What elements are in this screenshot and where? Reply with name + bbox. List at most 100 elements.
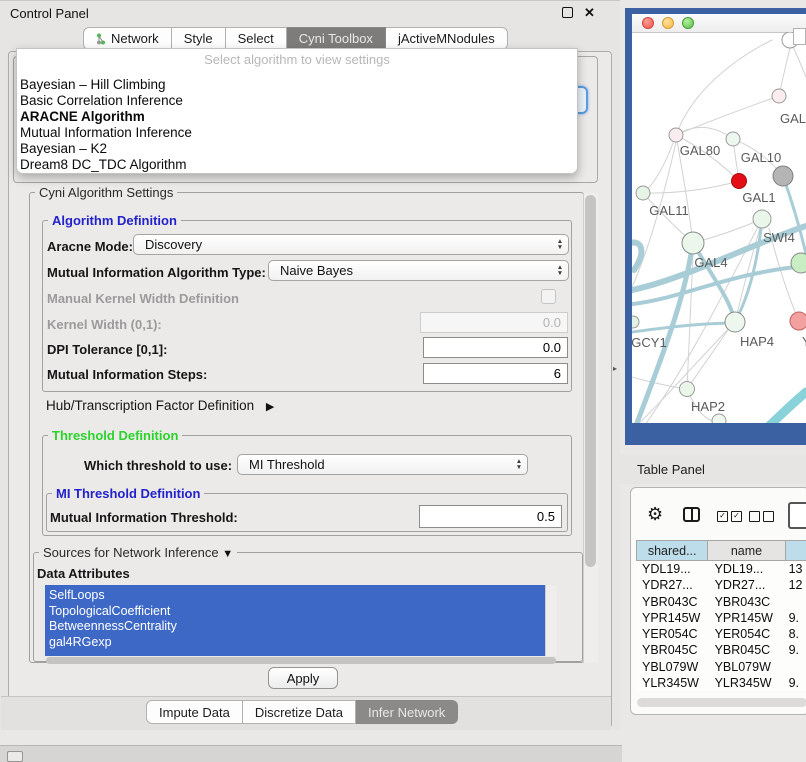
column-header-partial[interactable] [786, 540, 806, 561]
algorithm-option[interactable]: Basic Correlation Inference [17, 93, 577, 109]
tab-style[interactable]: Style [172, 27, 226, 50]
network-node-HAP2[interactable] [680, 382, 695, 397]
network-edge[interactable] [676, 96, 779, 135]
attribute-item-selected[interactable]: gal4RGexp [45, 635, 545, 651]
network-node-GAL1[interactable] [732, 174, 747, 189]
network-node-node-pink-top[interactable] [772, 89, 786, 103]
mi-type-select[interactable]: Naive Bayes ▲▼ [268, 260, 569, 281]
table-cell[interactable]: YBR043C [636, 594, 707, 610]
tab-network[interactable]: Network [83, 27, 172, 50]
aracne-mode-select[interactable]: Discovery ▲▼ [133, 234, 569, 255]
network-edge[interactable] [676, 40, 772, 135]
panel-divider-arrow-icon[interactable]: ▸ [613, 364, 617, 373]
table-cell[interactable]: YDR27... [636, 577, 707, 593]
column-header-shared-name[interactable]: shared... [636, 540, 708, 561]
algorithm-option[interactable]: Mutual Information Inference [17, 125, 577, 141]
kernel-width-field[interactable]: 0.0 [420, 312, 568, 333]
network-node-GAL10[interactable] [726, 132, 740, 146]
table-cell[interactable]: YPR145W [636, 610, 707, 626]
table-cell[interactable]: YDL19... [707, 561, 785, 577]
float-window-button[interactable] [562, 7, 573, 18]
table-cell[interactable]: YBL079W [707, 659, 785, 675]
tab-impute-data[interactable]: Impute Data [146, 700, 243, 724]
network-node-node-bottom[interactable] [712, 414, 726, 423]
select-all-checks-icon[interactable]: ✓✓ [717, 511, 742, 522]
table-cell[interactable]: YDR27... [707, 577, 785, 593]
table-cell[interactable]: YER054C [707, 626, 785, 642]
table-cell[interactable]: YBL079W [636, 659, 707, 675]
network-node-GCY1[interactable] [632, 316, 639, 328]
settings-scrollbar-thumb[interactable] [585, 195, 596, 567]
network-edge[interactable] [687, 330, 728, 389]
network-canvas[interactable]: GALGAL80GAL10GAL1GAL11SWI4GAL4GCY1HAP4YH… [632, 32, 806, 423]
algorithm-option-selected[interactable]: ARACNE Algorithm [17, 109, 577, 125]
table-cell[interactable]: YLR345W [636, 675, 707, 691]
mi-steps-field[interactable]: 6 [423, 363, 568, 384]
table-cell[interactable]: 12 [785, 577, 806, 593]
deselect-all-checks-icon[interactable] [749, 511, 774, 522]
dpi-tolerance-field[interactable]: 0.0 [423, 337, 568, 358]
table-cell[interactable]: YBR045C [707, 642, 785, 658]
table-row[interactable]: YBR043CYBR043C [636, 594, 806, 610]
manual-kernel-checkbox[interactable] [541, 289, 556, 304]
network-window-titlebar[interactable] [632, 14, 806, 33]
network-edge[interactable] [632, 242, 641, 270]
network-edge[interactable] [676, 127, 733, 139]
table-row[interactable]: YBL079WYBL079W [636, 659, 806, 675]
table-row[interactable]: YER054CYER054C8. [636, 626, 806, 642]
network-edge[interactable] [643, 181, 739, 193]
tab-jactivemnodules[interactable]: jActiveMNodules [386, 27, 508, 50]
network-node-GAL80[interactable] [669, 128, 683, 142]
minimize-traffic-light-icon[interactable] [662, 17, 674, 29]
table-horizontal-scrollbar[interactable] [637, 698, 806, 707]
network-node-node-gray[interactable] [773, 166, 793, 186]
table-cell[interactable]: 9. [785, 642, 806, 658]
network-node-node-salmon[interactable] [790, 312, 806, 330]
algorithm-option[interactable]: Dream8 DC_TDC Algorithm [17, 157, 577, 173]
mi-threshold-field[interactable]: 0.5 [419, 505, 562, 528]
network-node-GAL11[interactable] [636, 186, 650, 200]
table-cell[interactable]: YBR045C [636, 642, 707, 658]
table-cell[interactable]: 8. [785, 626, 806, 642]
tab-discretize-data[interactable]: Discretize Data [243, 700, 356, 724]
table-row[interactable]: YPR145WYPR145W9. [636, 610, 806, 626]
collapsed-panel-icon[interactable] [7, 751, 23, 762]
which-threshold-select[interactable]: MI Threshold ▲▼ [237, 454, 528, 475]
table-row[interactable]: YBR045CYBR045C9. [636, 642, 806, 658]
table-cell[interactable] [785, 659, 806, 675]
table-cell[interactable]: YLR345W [707, 675, 785, 691]
algorithm-option[interactable]: Bayesian – K2 [17, 141, 577, 157]
sources-toggle[interactable]: Sources for Network Inference ▼ [39, 545, 237, 560]
table-cell[interactable] [785, 594, 806, 610]
attributes-vertical-scrollbar[interactable] [545, 585, 557, 656]
canvas-scrollbar-button[interactable] [793, 28, 806, 45]
columns-icon[interactable] [683, 507, 700, 522]
network-node-SWI4[interactable] [753, 210, 771, 228]
apply-button[interactable]: Apply [268, 667, 338, 689]
table-cell[interactable]: YBR043C [707, 594, 785, 610]
close-traffic-light-icon[interactable] [642, 17, 654, 29]
attribute-item-selected[interactable]: SelfLoops [45, 588, 545, 604]
table-row[interactable]: YDR27...YDR27...12 [636, 577, 806, 593]
tab-infer-network[interactable]: Infer Network [356, 700, 458, 724]
table-cell[interactable]: YER054C [636, 626, 707, 642]
attribute-item-selected[interactable]: BetweennessCentrality [45, 619, 545, 635]
table-cell[interactable]: 13 [785, 561, 806, 577]
table-row[interactable]: YDL19...YDL19...13 [636, 561, 806, 577]
network-edge[interactable] [758, 392, 806, 423]
hub-definition-toggle[interactable]: Hub/Transcription Factor Definition ▶ [46, 398, 274, 413]
attribute-item-selected[interactable]: TopologicalCoefficient [45, 604, 545, 620]
tab-select[interactable]: Select [226, 27, 287, 50]
zoom-traffic-light-icon[interactable] [682, 17, 694, 29]
table-cell[interactable]: YDL19... [636, 561, 707, 577]
network-edge[interactable] [632, 323, 729, 332]
table-cell[interactable]: 9. [785, 675, 806, 691]
gear-icon[interactable]: ⚙ [647, 505, 663, 523]
column-header-name[interactable]: name [708, 540, 785, 561]
network-node-GAL4[interactable] [682, 232, 704, 254]
algorithm-option[interactable]: Bayesian – Hill Climbing [17, 77, 577, 93]
network-node-HAP4[interactable] [725, 312, 745, 332]
table-row[interactable]: YLR345WYLR345W9. [636, 675, 806, 691]
partial-toolbar-icon[interactable] [788, 502, 806, 529]
network-node-node-green-right[interactable] [791, 253, 806, 273]
